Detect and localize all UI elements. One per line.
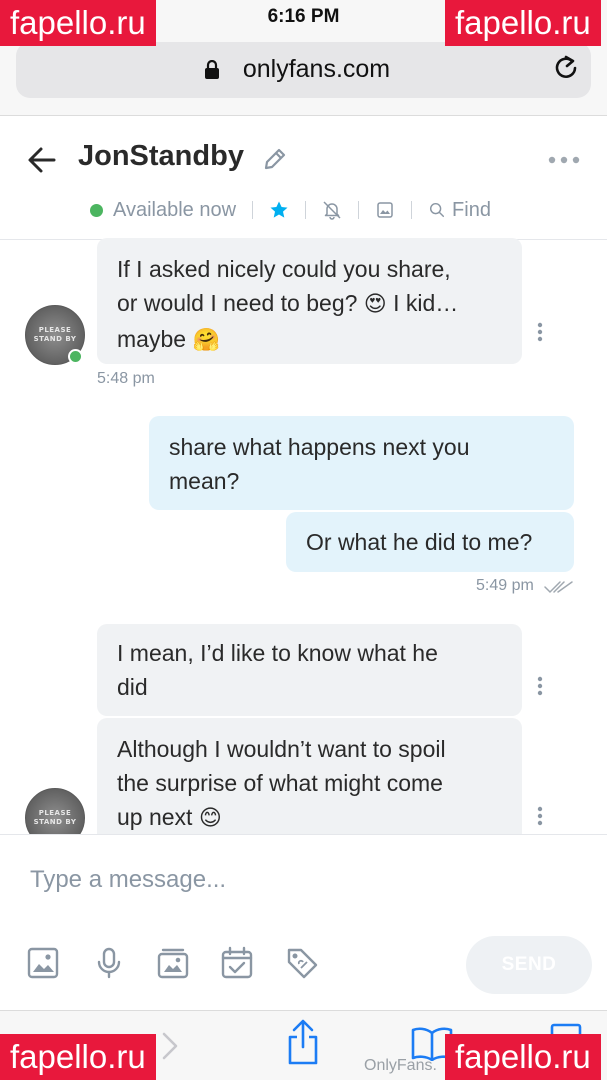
watermark: fapello.ru	[0, 1034, 156, 1080]
watermark: fapello.ru	[0, 0, 156, 46]
more-options-icon[interactable]	[548, 156, 580, 164]
calendar-check-icon[interactable]	[220, 946, 254, 980]
back-arrow-icon[interactable]	[26, 144, 58, 176]
watermark: fapello.ru	[445, 0, 601, 46]
message-text: If I asked nicely could you share,	[117, 256, 451, 282]
emoji: 🤗	[192, 328, 220, 353]
message-timestamp: 5:48 pm	[97, 370, 155, 387]
message-text: I mean, I’d like to know what he	[117, 640, 438, 666]
media-vault-icon[interactable]	[156, 946, 190, 980]
online-status-dot	[90, 203, 103, 217]
chat-username[interactable]: JonStandby	[78, 140, 244, 173]
message-options-icon[interactable]	[537, 806, 543, 826]
message-options-icon[interactable]	[537, 322, 543, 342]
divider	[252, 201, 254, 219]
image-gallery-icon[interactable]	[375, 200, 395, 220]
find-button[interactable]: Find	[452, 199, 491, 222]
star-icon[interactable]	[269, 200, 289, 220]
browser-address-bar: onlyfans.com	[0, 34, 607, 116]
double-check-read-icon	[544, 581, 573, 594]
emoji: 😊	[198, 806, 222, 831]
message-clip: Although I wouldn’t want to spoil the su…	[0, 718, 607, 834]
avatar-label: PLEASE STAND BY	[33, 809, 77, 826]
send-button[interactable]: SEND	[466, 936, 592, 994]
url-text: onlyfans.com	[242, 55, 391, 83]
reload-icon[interactable]	[553, 55, 581, 83]
message-text: did	[117, 674, 148, 700]
message-bubble-outgoing[interactable]: share what happens next you mean?	[149, 416, 574, 510]
forward-arrow-icon[interactable]	[160, 1031, 180, 1061]
chat-subbar: Available now Find	[90, 196, 491, 224]
availability-status: Available now	[113, 198, 237, 221]
message-text: share what happens next you	[169, 434, 470, 460]
message-text: or would I need to beg? 😍 I kid…	[117, 290, 459, 317]
site-label: OnlyFans.	[364, 1057, 437, 1074]
microphone-icon[interactable]	[92, 946, 126, 980]
message-text: mean?	[169, 468, 240, 494]
price-tag-icon[interactable]	[285, 946, 319, 980]
pencil-icon[interactable]	[262, 146, 288, 172]
search-icon[interactable]	[428, 201, 446, 219]
message-text: the surprise of what might come	[117, 770, 443, 796]
message-bubble-incoming[interactable]: I mean, I’d like to know what he did	[97, 624, 522, 716]
divider	[411, 201, 413, 219]
divider	[305, 201, 307, 219]
message-text: up next 😊	[117, 804, 222, 831]
message-options-icon[interactable]	[537, 676, 543, 696]
composer-divider	[0, 834, 607, 835]
chat-header: JonStandby Available now Find	[0, 116, 607, 240]
message-text: Although I wouldn’t want to spoil	[117, 736, 446, 762]
online-status-dot	[68, 349, 83, 364]
message-text: Or what he did to me?	[306, 529, 533, 555]
mute-bell-icon[interactable]	[322, 200, 342, 220]
divider	[358, 201, 360, 219]
message-text: maybe 🤗	[117, 326, 220, 353]
avatar[interactable]: PLEASE STAND BY	[25, 788, 85, 834]
message-timestamp: 5:49 pm	[476, 577, 534, 594]
message-bubble-incoming[interactable]: Although I wouldn’t want to spoil the su…	[97, 718, 522, 834]
message-bubble-incoming[interactable]: If I asked nicely could you share, or wo…	[97, 238, 522, 364]
url-field[interactable]: onlyfans.com	[16, 42, 591, 98]
image-icon[interactable]	[26, 946, 60, 980]
share-icon[interactable]	[286, 1019, 320, 1065]
watermark: fapello.ru	[445, 1034, 601, 1080]
message-input[interactable]	[30, 862, 580, 898]
message-bubble-outgoing[interactable]: Or what he did to me?	[286, 512, 574, 572]
emoji: 😍	[363, 292, 387, 317]
avatar-label: PLEASE STAND BY	[33, 326, 77, 343]
